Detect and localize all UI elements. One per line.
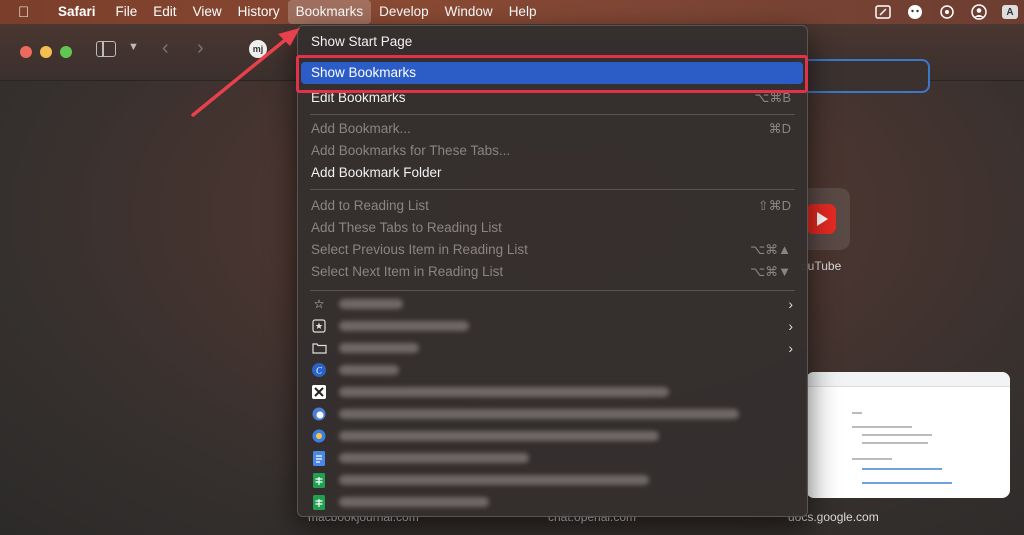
annotation-arrow xyxy=(191,28,300,117)
